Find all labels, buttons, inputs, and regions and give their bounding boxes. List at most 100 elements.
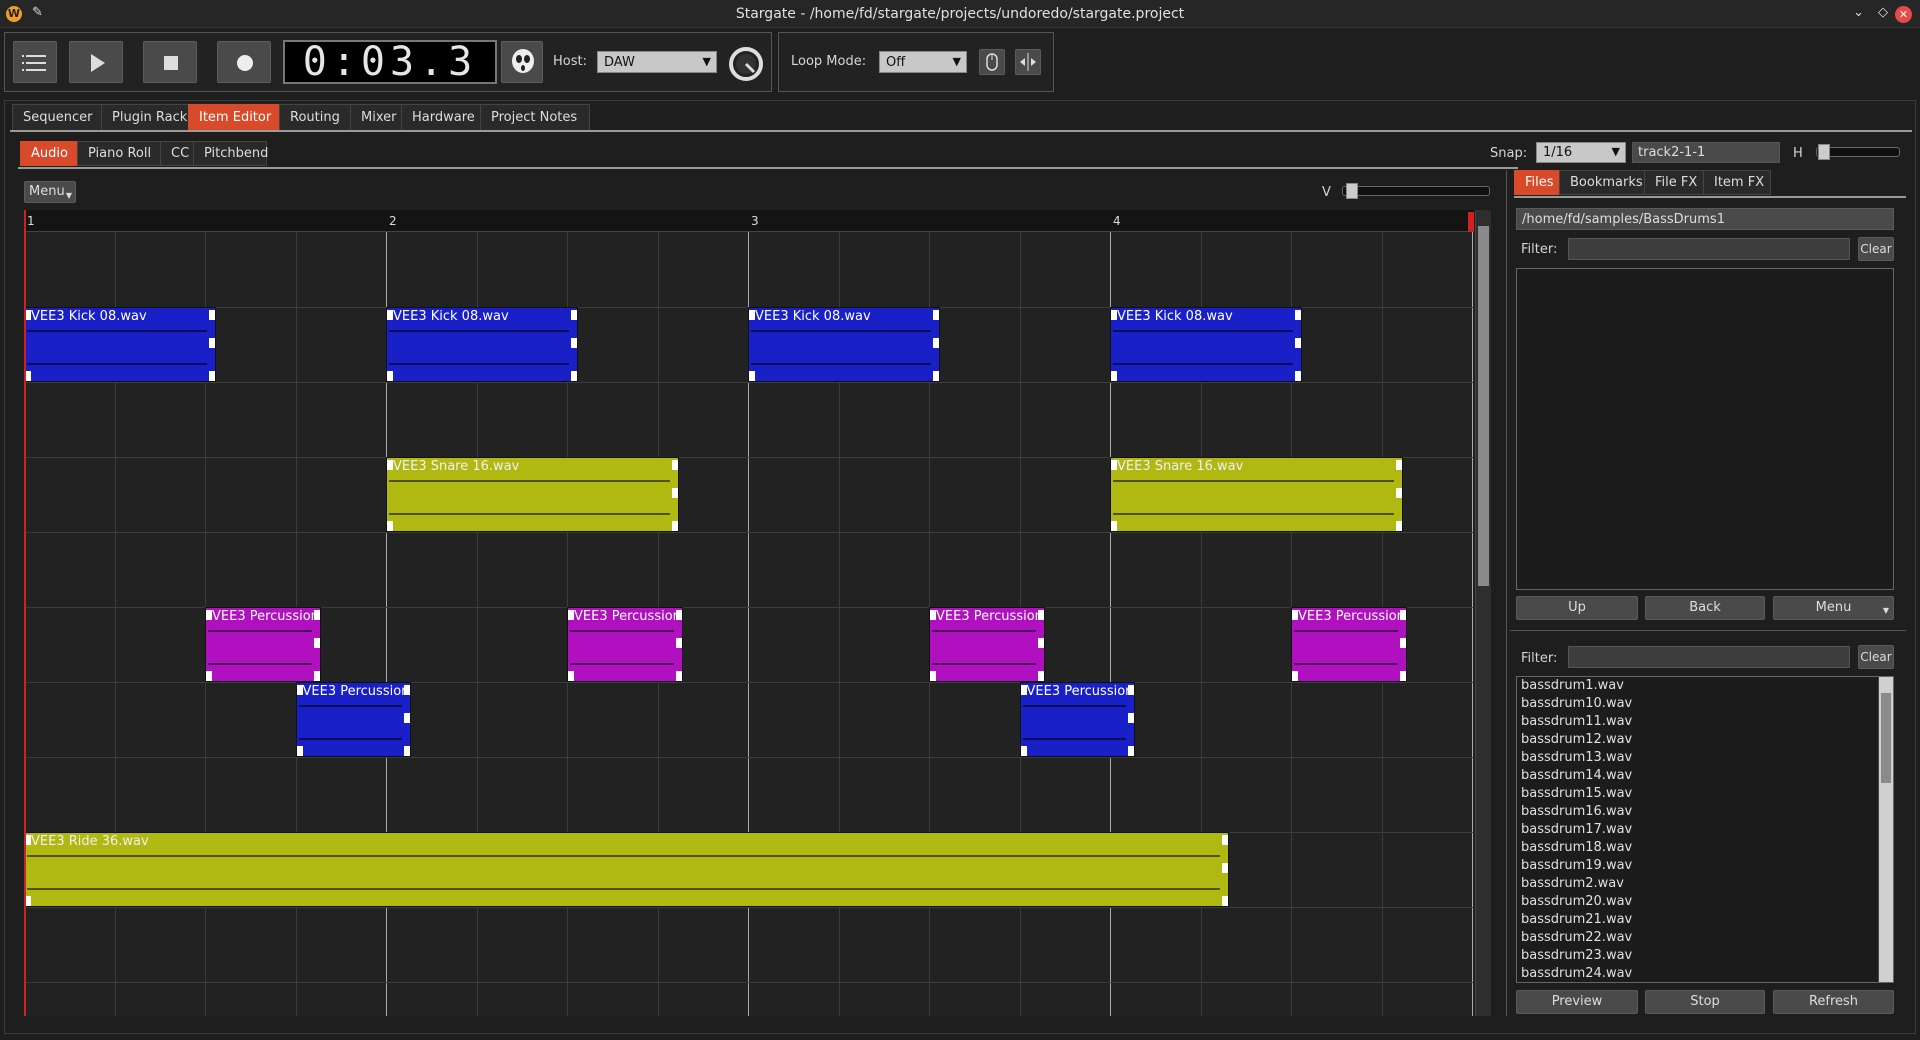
resize-handle[interactable]: [672, 488, 679, 498]
resize-handle[interactable]: [1396, 488, 1403, 498]
folder-list[interactable]: [1516, 268, 1894, 590]
audio-item[interactable]: VEE3 Kick 08.wav: [386, 307, 578, 382]
resize-handle[interactable]: [296, 746, 303, 756]
back-button[interactable]: Back: [1645, 596, 1765, 620]
tab-cc[interactable]: CC: [160, 141, 194, 166]
file-list[interactable]: bassdrum1.wav bassdrum10.wav bassdrum11.wa…: [1516, 676, 1894, 983]
resize-handle[interactable]: [930, 610, 936, 620]
files-menu-button[interactable]: Menu ▼: [1773, 596, 1894, 620]
main-menu-button[interactable]: [13, 41, 57, 83]
resize-handle[interactable]: [672, 460, 679, 470]
resize-handle[interactable]: [932, 338, 939, 348]
resize-handle[interactable]: [932, 371, 939, 381]
audio-item[interactable]: VEE3 Kick 08.wav: [748, 307, 940, 382]
tab-mixer[interactable]: Mixer: [350, 104, 402, 131]
resize-handle[interactable]: [206, 610, 212, 620]
tab-routing[interactable]: Routing: [279, 104, 351, 131]
resize-handle[interactable]: [1128, 746, 1135, 756]
resize-handle[interactable]: [208, 338, 215, 348]
file-list-item[interactable]: bassdrum19.wav: [1517, 857, 1893, 875]
resize-handle[interactable]: [1222, 835, 1229, 845]
resize-handle[interactable]: [1396, 460, 1403, 470]
resize-handle[interactable]: [313, 638, 320, 648]
file-list-item[interactable]: bassdrum15.wav: [1517, 785, 1893, 803]
tab-piano-roll[interactable]: Piano Roll: [77, 141, 161, 166]
audio-item[interactable]: VEE3 Percussion: [1291, 607, 1407, 682]
host-select[interactable]: DAW ▼: [597, 51, 717, 73]
resize-handle[interactable]: [675, 638, 682, 648]
audio-item[interactable]: VEE3 Ride 36.wav: [24, 832, 1230, 907]
resize-handle[interactable]: [1037, 610, 1044, 620]
resize-handle[interactable]: [1222, 896, 1229, 906]
bar-ruler[interactable]: 1 2 3 4: [24, 210, 1474, 232]
file-list-item[interactable]: bassdrum14.wav: [1517, 767, 1893, 785]
resize-handle[interactable]: [1037, 638, 1044, 648]
resize-handle[interactable]: [672, 521, 679, 531]
audio-item[interactable]: VEE3 Percussion: [567, 607, 683, 682]
panic-button[interactable]: [501, 41, 543, 83]
resize-handle[interactable]: [208, 310, 215, 320]
audio-item[interactable]: VEE3 Percussion: [205, 607, 321, 682]
resize-handle[interactable]: [568, 671, 574, 681]
snap-select[interactable]: 1/16 ▼: [1536, 142, 1626, 163]
h-zoom-slider-handle[interactable]: [1818, 144, 1830, 160]
resize-handle[interactable]: [570, 371, 577, 381]
file-list-item[interactable]: bassdrum22.wav: [1517, 929, 1893, 947]
resize-handle[interactable]: [1399, 610, 1406, 620]
file-tab-item-fx[interactable]: Item FX: [1703, 170, 1771, 195]
resize-handle[interactable]: [1399, 638, 1406, 648]
resize-handle[interactable]: [387, 371, 393, 381]
timeline-scroll-thumb[interactable]: [1478, 226, 1489, 586]
editor-menu-button[interactable]: Menu ▼: [24, 181, 76, 203]
resize-handle[interactable]: [1020, 685, 1027, 695]
resize-handle[interactable]: [206, 671, 212, 681]
audio-item[interactable]: VEE3 Kick 08.wav: [24, 307, 216, 382]
resize-handle[interactable]: [1292, 671, 1298, 681]
resize-handle[interactable]: [930, 671, 936, 681]
current-path-field[interactable]: /home/fd/samples/BassDrums1: [1516, 208, 1894, 230]
preview-button[interactable]: Preview: [1516, 990, 1638, 1014]
audio-item[interactable]: VEE3 Percussion: [295, 682, 412, 757]
v-zoom-slider-handle[interactable]: [1346, 183, 1358, 199]
file-list-item[interactable]: bassdrum21.wav: [1517, 911, 1893, 929]
resize-handle[interactable]: [1111, 371, 1117, 381]
resize-handle[interactable]: [387, 521, 393, 531]
file-list-item[interactable]: bassdrum1.wav: [1517, 677, 1893, 695]
master-volume-knob[interactable]: [727, 45, 765, 83]
file-list-item[interactable]: bassdrum17.wav: [1517, 821, 1893, 839]
panel-splitter[interactable]: [1506, 170, 1507, 1016]
resize-handle[interactable]: [387, 460, 393, 470]
resize-handle[interactable]: [208, 371, 215, 381]
resize-handle[interactable]: [675, 671, 682, 681]
resize-handle[interactable]: [570, 338, 577, 348]
file-tab-bookmarks[interactable]: Bookmarks: [1559, 170, 1645, 195]
track-name-field[interactable]: track2-1-1: [1632, 142, 1780, 163]
file-list-item[interactable]: bassdrum16.wav: [1517, 803, 1893, 821]
folder-filter-clear-button[interactable]: Clear: [1858, 237, 1894, 261]
resize-handle[interactable]: [1294, 338, 1301, 348]
file-list-item[interactable]: bassdrum11.wav: [1517, 713, 1893, 731]
audio-item-timeline[interactable]: 1 2 3 4 VEE3 Kick 08.wav VEE3 Kick 08.wav VEE…: [24, 210, 1474, 1016]
close-icon[interactable]: ✕: [1895, 6, 1912, 23]
folder-filter-input[interactable]: [1568, 238, 1850, 260]
tab-hardware[interactable]: Hardware: [401, 104, 481, 131]
resize-handle[interactable]: [296, 685, 303, 695]
tab-pitchbend[interactable]: Pitchbend: [193, 141, 268, 166]
file-list-item[interactable]: bassdrum12.wav: [1517, 731, 1893, 749]
stop-button[interactable]: [143, 41, 197, 83]
audio-item[interactable]: VEE3 Snare 16.wav: [386, 457, 680, 532]
resize-handle[interactable]: [749, 310, 755, 320]
resize-handle[interactable]: [1222, 863, 1229, 873]
resize-handle[interactable]: [387, 310, 393, 320]
audio-item[interactable]: VEE3 Kick 08.wav: [1110, 307, 1302, 382]
loop-end-marker[interactable]: [1468, 212, 1474, 232]
tab-audio[interactable]: Audio: [20, 141, 78, 166]
mouse-tool-button[interactable]: [979, 49, 1005, 75]
resize-handle[interactable]: [1292, 610, 1298, 620]
file-list-scroll-thumb[interactable]: [1881, 693, 1891, 783]
resize-handle[interactable]: [404, 685, 411, 695]
resize-handle[interactable]: [1128, 685, 1135, 695]
resize-handle[interactable]: [749, 371, 755, 381]
play-button[interactable]: [69, 41, 123, 83]
file-list-item[interactable]: bassdrum20.wav: [1517, 893, 1893, 911]
